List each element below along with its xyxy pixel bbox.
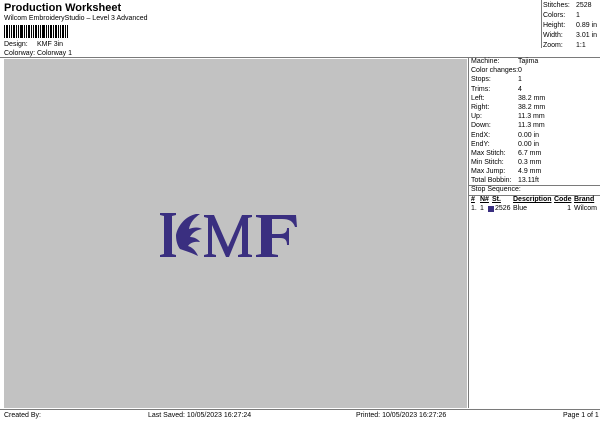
stat-trims: Trims: 4 (471, 85, 522, 93)
stat-down: Down: 11.3 mm (471, 122, 545, 130)
stat-machine: Machine: Tajima (471, 58, 539, 65)
stat-min-stitch: Min Stitch: 0.3 mm (471, 159, 542, 167)
last-saved: Last Saved: 10/05/2023 16:27:24 (148, 412, 252, 419)
created-by: Created By: (4, 412, 41, 419)
top-stats-divider (541, 0, 542, 48)
stat-stitches: Stitches: 2528 (543, 2, 592, 9)
stat-colors: Colors: 1 (543, 12, 580, 19)
stat-stops: Stops: 1 (471, 76, 522, 84)
page-title: Production Worksheet (4, 2, 122, 14)
machine-stats: Machine: Tajima Color changes: 0 Stops: 1 T… (471, 57, 545, 186)
design-value: KMF 3in (37, 41, 64, 48)
design-preview (4, 59, 467, 408)
stat-endy: EndY: 0.00 in (471, 140, 540, 148)
colorway-label: Colorway: (4, 50, 36, 57)
table-row: 1. 1 2526 Blue 1 Wilcom (471, 204, 597, 213)
printed-date: Printed: 10/05/2023 16:27:26 (356, 412, 447, 419)
kmf-logo (160, 213, 297, 257)
stop-sequence-label: Stop Sequence: (471, 186, 521, 193)
stat-right: Right: 38.2 mm (471, 103, 546, 111)
stat-max-stitch: Max Stitch: 6.7 mm (471, 149, 542, 157)
stat-max-jump: Max Jump: 4.9 mm (471, 168, 542, 176)
stat-zoom: Zoom: 1:1 (543, 42, 586, 49)
page-number: Page 1 of 1 (563, 412, 599, 419)
stat-width: Width: 3.01 in (543, 32, 598, 39)
stat-endx: EndX: 0.00 in (471, 131, 540, 139)
summary-stats: Stitches: 2528 Colors: 1 Height: 0.89 in Wi… (543, 1, 597, 51)
design-label: Design: (4, 41, 28, 48)
stat-color-changes: Color changes: 0 (471, 67, 522, 75)
stat-up: Up: 11.3 mm (471, 113, 545, 121)
stop-table-header: # N# St. Description Code Brand (471, 196, 595, 203)
footer-divider (0, 409, 600, 410)
colorway-value: Colorway 1 (37, 50, 73, 57)
color-swatch (488, 204, 495, 213)
stat-height: Height: 0.89 in (543, 22, 598, 29)
panel-divider (468, 57, 469, 408)
software-subtitle: Wilcom EmbroideryStudio – Level 3 Advanc… (4, 15, 148, 22)
barcode (4, 25, 68, 38)
stat-left: Left: 38.2 mm (471, 94, 546, 102)
